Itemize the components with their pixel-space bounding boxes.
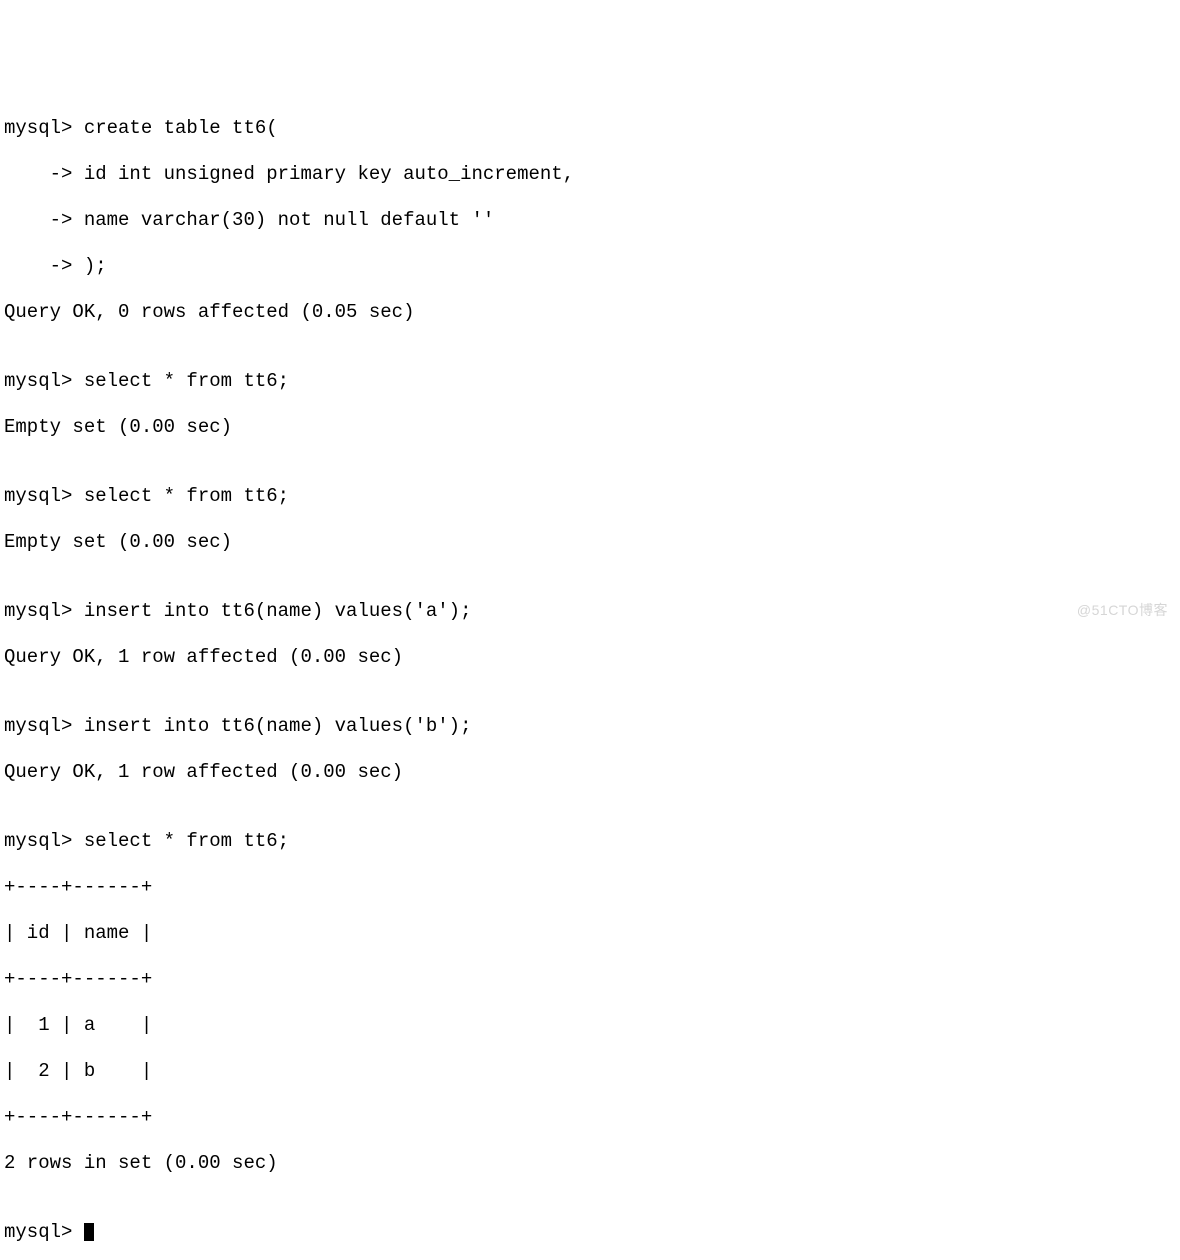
result-insert-a: Query OK, 1 row affected (0.00 sec) (4, 646, 1180, 669)
table-border-mid: +----+------+ (4, 968, 1180, 991)
prompt-text: mysql> (4, 1221, 84, 1243)
result-insert-b: Query OK, 1 row affected (0.00 sec) (4, 761, 1180, 784)
sql-create-cont1: -> id int unsigned primary key auto_incr… (4, 163, 1180, 186)
result-create-ok: Query OK, 0 rows affected (0.05 sec) (4, 301, 1180, 324)
prompt-line[interactable]: mysql> (4, 1221, 1180, 1244)
watermark-text: @51CTO博客 (1077, 599, 1168, 622)
sql-create-cont2: -> name varchar(30) not null default '' (4, 209, 1180, 232)
sql-create-cont3: -> ); (4, 255, 1180, 278)
sql-insert-a: mysql> insert into tt6(name) values('a')… (4, 600, 1180, 623)
sql-select-2: mysql> select * from tt6; (4, 485, 1180, 508)
sql-select-3: mysql> select * from tt6; (4, 830, 1180, 853)
table-border-bot: +----+------+ (4, 1106, 1180, 1129)
table-border-top: +----+------+ (4, 876, 1180, 899)
terminal-output: mysql> create table tt6( -> id int unsig… (4, 94, 1180, 1260)
sql-select-1: mysql> select * from tt6; (4, 370, 1180, 393)
sql-insert-b: mysql> insert into tt6(name) values('b')… (4, 715, 1180, 738)
table-header: | id | name | (4, 922, 1180, 945)
result-select-summary: 2 rows in set (0.00 sec) (4, 1152, 1180, 1175)
result-empty-2: Empty set (0.00 sec) (4, 531, 1180, 554)
cursor-block-icon (84, 1223, 94, 1241)
table-row: | 2 | b | (4, 1060, 1180, 1083)
sql-create-line: mysql> create table tt6( (4, 117, 1180, 140)
table-row: | 1 | a | (4, 1014, 1180, 1037)
result-empty-1: Empty set (0.00 sec) (4, 416, 1180, 439)
